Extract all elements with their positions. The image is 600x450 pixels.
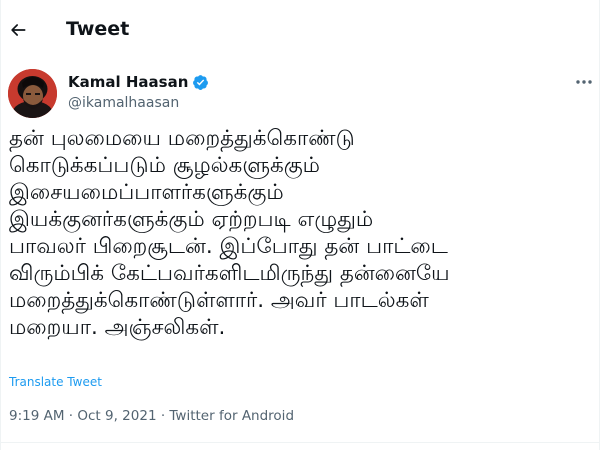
tweet-page: Tweet Kamal Haasan @ikamalhaasan தன் புல… <box>0 0 600 450</box>
tweet-text-line: இயக்குனர்களுக்கும் ஏற்றபடி எழுதும் <box>9 207 374 232</box>
meta-separator: · <box>156 408 170 424</box>
header-bar: Tweet <box>1 0 600 60</box>
tweet-text-line: கொடுக்கப்படும் சூழல்களுக்கும் <box>9 153 320 178</box>
author-display-name[interactable]: Kamal Haasan <box>68 73 188 91</box>
avatar-image <box>8 69 57 118</box>
more-horizontal-icon <box>576 80 592 84</box>
verified-badge-icon <box>193 74 209 90</box>
tweet-text-line: தன் புலமையை மறைத்துக்கொண்டு <box>9 126 355 151</box>
bottom-divider <box>1 442 600 443</box>
avatar[interactable] <box>8 69 57 118</box>
tweet-source[interactable]: Twitter for Android <box>169 408 294 424</box>
arrow-left-icon <box>11 24 26 36</box>
tweet-date[interactable]: Oct 9, 2021 <box>77 408 156 424</box>
author-name-row: Kamal Haasan <box>68 73 209 91</box>
more-options-button[interactable] <box>573 74 595 90</box>
tweet-text: தன் புலமையை மறைத்துக்கொண்டு கொடுக்கப்படு… <box>9 125 589 341</box>
author-handle[interactable]: @ikamalhaasan <box>68 95 179 111</box>
back-button[interactable] <box>7 14 29 46</box>
tweet-text-line: மறைத்துக்கொண்டுள்ளார். அவர் பாடல்கள் <box>9 288 429 313</box>
tweet-text-line: விரும்பிக் கேட்பவர்களிடமிருந்து தன்னையே <box>9 261 450 286</box>
tweet-metadata: 9:19 AM · Oct 9, 2021 · Twitter for Andr… <box>9 408 294 424</box>
page-title: Tweet <box>66 18 130 40</box>
meta-separator: · <box>64 408 78 424</box>
tweet-text-line: பாவலர் பிறைசூடன். இப்போது தன் பாட்டை <box>9 234 448 259</box>
tweet-text-line: மறையா. அஞ்சலிகள். <box>9 315 226 340</box>
tweet-text-line: இசையமைப்பாளர்களுக்கும் <box>9 180 284 205</box>
tweet-time[interactable]: 9:19 AM <box>9 408 65 424</box>
translate-tweet-link[interactable]: Translate Tweet <box>9 375 102 389</box>
